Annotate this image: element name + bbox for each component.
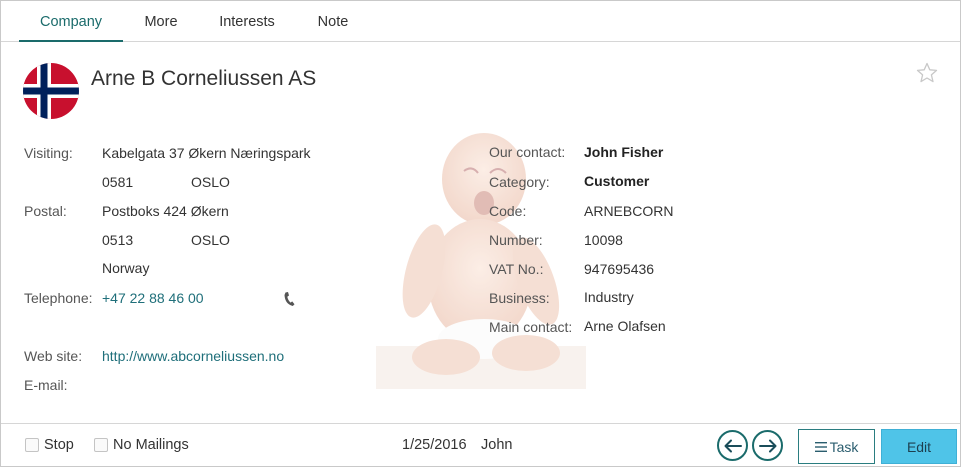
list-icon bbox=[814, 441, 827, 452]
task-button[interactable]: Task bbox=[798, 429, 875, 464]
visiting-city: OSLO bbox=[191, 174, 230, 190]
vat-label: VAT No.: bbox=[489, 261, 544, 277]
postal-label: Postal: bbox=[24, 203, 67, 219]
no-mailings-checkbox[interactable] bbox=[94, 438, 108, 452]
postal-city: OSLO bbox=[191, 232, 230, 248]
telephone-label: Telephone: bbox=[24, 290, 93, 306]
tab-interests[interactable]: Interests bbox=[207, 1, 287, 42]
tab-more[interactable]: More bbox=[129, 1, 193, 42]
updated-by: John bbox=[481, 437, 513, 453]
category-label: Category: bbox=[489, 174, 550, 190]
code-value: ARNEBCORN bbox=[584, 203, 674, 219]
tab-company[interactable]: Company bbox=[19, 1, 123, 42]
code-label: Code: bbox=[489, 203, 527, 219]
footer-bar: Stop No Mailings 1/25/2016 John Task Edi… bbox=[1, 423, 960, 466]
tab-note[interactable]: Note bbox=[303, 1, 363, 42]
phone-icon[interactable] bbox=[283, 291, 295, 307]
company-name: Arne B Corneliussen AS bbox=[91, 67, 317, 90]
no-mailings-label: No Mailings bbox=[113, 437, 189, 453]
task-label: Task bbox=[829, 438, 859, 455]
stop-label: Stop bbox=[44, 437, 74, 453]
arrow-right-icon bbox=[758, 439, 776, 452]
visiting-street: Kabelgata 37 Økern Næringspark bbox=[102, 145, 311, 161]
visiting-zip: 0581 bbox=[102, 174, 134, 190]
arrow-left-icon bbox=[724, 439, 742, 452]
company-card: Company More Interests Note Arne B Corne… bbox=[0, 0, 961, 467]
star-outline-icon[interactable] bbox=[915, 61, 939, 85]
updated-date: 1/25/2016 bbox=[402, 437, 467, 453]
edit-button[interactable]: Edit bbox=[881, 429, 957, 464]
stop-checkbox[interactable] bbox=[25, 438, 39, 452]
tab-bar: Company More Interests Note bbox=[1, 1, 960, 42]
main-contact-value: Arne Olafsen bbox=[584, 318, 666, 334]
email-label: E-mail: bbox=[24, 377, 68, 393]
country: Norway bbox=[102, 260, 150, 276]
vat-value: 947695436 bbox=[584, 261, 655, 277]
telephone-link[interactable]: +47 22 88 46 00 bbox=[102, 290, 204, 306]
previous-button[interactable] bbox=[717, 430, 748, 461]
number-value: 10098 bbox=[584, 232, 623, 248]
business-value: Industry bbox=[584, 289, 634, 305]
contact-photo bbox=[376, 121, 586, 389]
next-button[interactable] bbox=[752, 430, 783, 461]
main-contact-label: Main contact: bbox=[489, 319, 573, 335]
number-label: Number: bbox=[489, 232, 543, 248]
website-link[interactable]: http://www.abcorneliussen.no bbox=[102, 348, 284, 364]
norway-flag-icon bbox=[23, 63, 79, 119]
category-value: Customer bbox=[584, 173, 650, 189]
postal-zip: 0513 bbox=[102, 232, 134, 248]
website-label: Web site: bbox=[24, 348, 83, 364]
visiting-label: Visiting: bbox=[24, 145, 73, 161]
our-contact-label: Our contact: bbox=[489, 144, 566, 160]
postal-street: Postboks 424 Økern bbox=[102, 203, 229, 219]
business-label: Business: bbox=[489, 290, 550, 306]
our-contact-value: John Fisher bbox=[584, 144, 664, 160]
